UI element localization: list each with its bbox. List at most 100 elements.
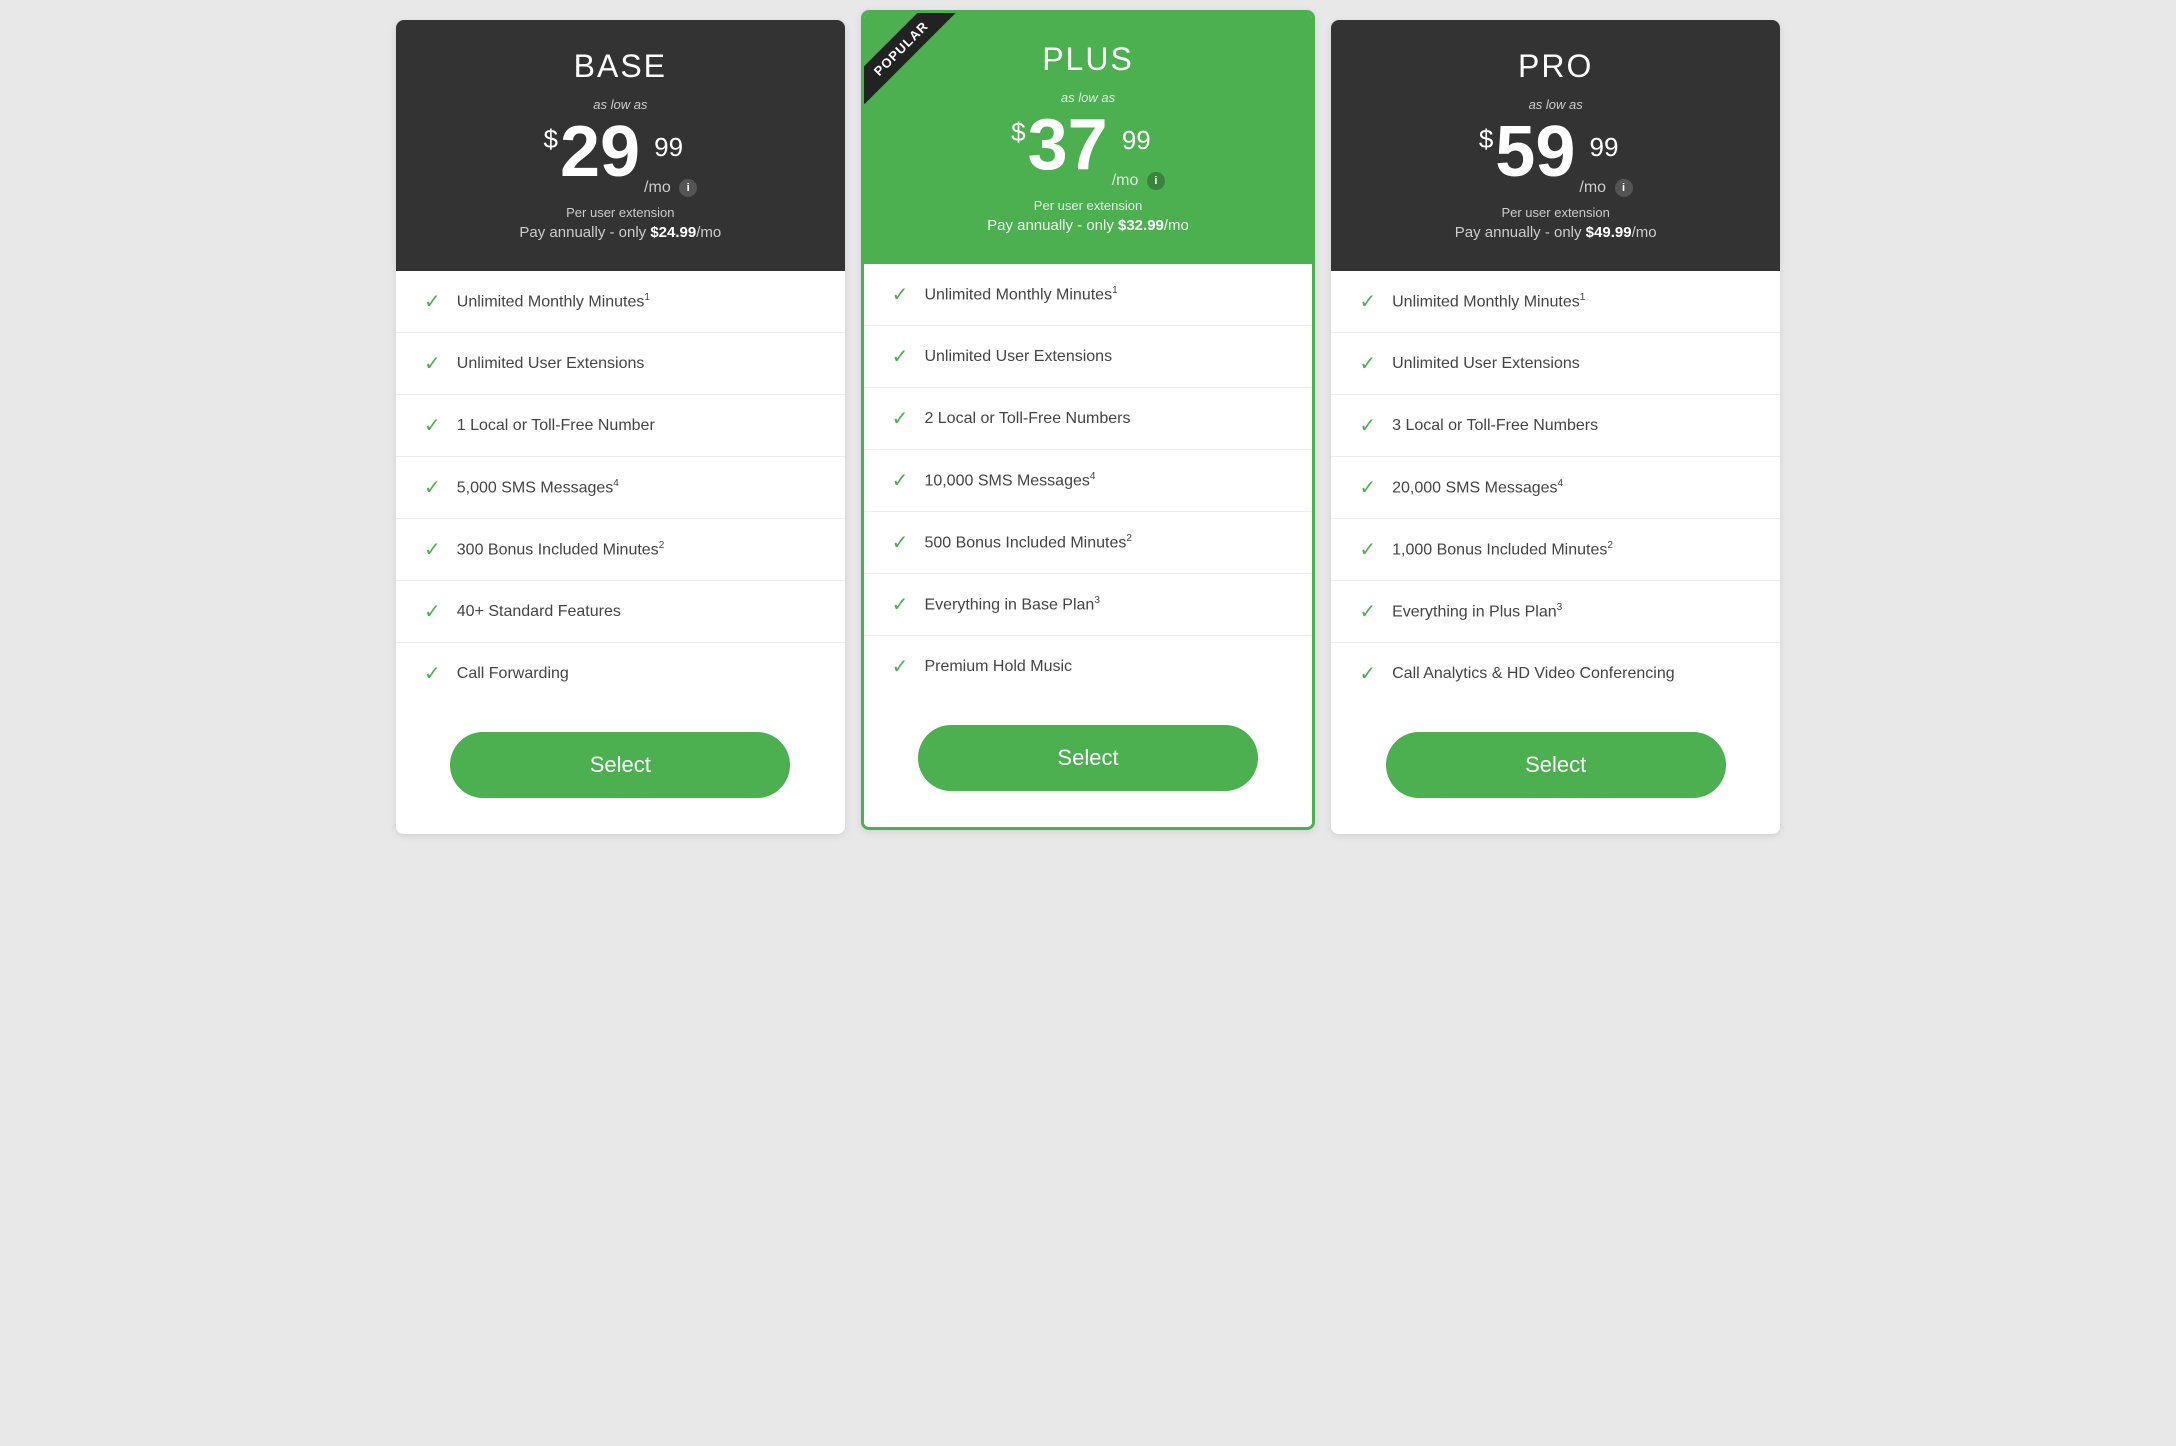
check-icon: ✓ bbox=[424, 661, 441, 686]
select-area-base: Select bbox=[396, 704, 845, 834]
list-item: ✓ 40+ Standard Features bbox=[396, 581, 845, 643]
plan-card-base: BASE as low as $2999/mo i Per user extensio… bbox=[396, 20, 845, 834]
per-user-base: Per user extension bbox=[416, 205, 825, 220]
price-decimal-plus: 99 bbox=[1108, 125, 1165, 156]
check-icon: ✓ bbox=[892, 592, 909, 617]
check-icon: ✓ bbox=[1359, 289, 1376, 314]
select-button-base[interactable]: Select bbox=[450, 732, 790, 798]
list-item: ✓ 10,000 SMS Messages4 bbox=[864, 450, 1313, 512]
check-icon: ✓ bbox=[1359, 475, 1376, 500]
features-list-pro: ✓ Unlimited Monthly Minutes1 ✓ Unlimited Us… bbox=[1331, 271, 1780, 704]
feature-text: 10,000 SMS Messages4 bbox=[924, 471, 1095, 490]
list-item: ✓300 Bonus Included Minutes2 bbox=[396, 519, 845, 581]
list-item: ✓500 Bonus Included Minutes2 bbox=[864, 512, 1313, 574]
check-icon: ✓ bbox=[892, 468, 909, 493]
list-item: ✓ Premium Hold Music bbox=[864, 636, 1313, 697]
check-icon: ✓ bbox=[892, 530, 909, 555]
as-low-as-base: as low as bbox=[416, 97, 825, 112]
list-item: ✓ Everything in Plus Plan3 bbox=[1331, 581, 1780, 643]
per-user-pro: Per user extension bbox=[1351, 205, 1760, 220]
price-row-plus: $3799/mo i bbox=[884, 109, 1293, 190]
feature-text: Unlimited Monthly Minutes1 bbox=[924, 285, 1117, 304]
select-button-pro[interactable]: Select bbox=[1386, 732, 1726, 798]
pay-annually-base: Pay annually - only $24.99/mo bbox=[416, 224, 825, 241]
plan-header-base: BASE as low as $2999/mo i Per user extensio… bbox=[396, 20, 845, 271]
check-icon: ✓ bbox=[424, 351, 441, 376]
feature-text: Premium Hold Music bbox=[924, 658, 1072, 676]
currency-plus: $ bbox=[1011, 117, 1025, 148]
feature-text: Call Forwarding bbox=[457, 665, 569, 683]
feature-text: 40+ Standard Features bbox=[457, 603, 621, 621]
feature-text: Unlimited User Extensions bbox=[457, 355, 645, 373]
list-item: ✓ Everything in Base Plan3 bbox=[864, 574, 1313, 636]
feature-text: Unlimited User Extensions bbox=[1392, 355, 1580, 373]
feature-text: 2 Local or Toll-Free Numbers bbox=[924, 410, 1130, 428]
currency-base: $ bbox=[543, 124, 557, 155]
feature-text: 300 Bonus Included Minutes2 bbox=[457, 540, 664, 559]
check-icon: ✓ bbox=[424, 289, 441, 314]
pay-annually-plus: Pay annually - only $32.99/mo bbox=[884, 217, 1293, 234]
price-main-pro: 59 bbox=[1495, 116, 1575, 188]
list-item: ✓ Unlimited User Extensions bbox=[396, 333, 845, 395]
feature-text: 1 Local or Toll-Free Number bbox=[457, 417, 655, 435]
price-decimal-base: 99 bbox=[640, 132, 697, 163]
currency-pro: $ bbox=[1479, 124, 1493, 155]
per-user-plus: Per user extension bbox=[884, 198, 1293, 213]
plan-header-pro: PROas low as$5999/mo iPer user extension… bbox=[1331, 20, 1780, 271]
feature-text: 3 Local or Toll-Free Numbers bbox=[1392, 417, 1598, 435]
pricing-container: BASEas low as$2999/mo iPer user extensio… bbox=[388, 20, 1788, 834]
plan-name-base: BASE bbox=[416, 48, 825, 85]
list-item: ✓ 3 Local or Toll-Free Numbers bbox=[1331, 395, 1780, 457]
feature-text: 20,000 SMS Messages4 bbox=[1392, 478, 1563, 497]
as-low-as-pro: as low as bbox=[1351, 97, 1760, 112]
info-icon-base[interactable]: i bbox=[679, 179, 697, 197]
list-item: ✓1 Local or Toll-Free Number bbox=[396, 395, 845, 457]
price-row-base: $2999/mo i bbox=[416, 116, 825, 197]
check-icon: ✓ bbox=[1359, 661, 1376, 686]
check-icon: ✓ bbox=[892, 282, 909, 307]
plan-card-plus: POPULARPLUSas low as$3799/mo iPer user e… bbox=[861, 10, 1316, 830]
info-icon-plus[interactable]: i bbox=[1147, 172, 1165, 190]
as-low-as-plus: as low as bbox=[884, 90, 1293, 105]
check-icon: ✓ bbox=[424, 475, 441, 500]
select-area-plus: Select bbox=[864, 697, 1313, 827]
feature-text: 1,000 Bonus Included Minutes2 bbox=[1392, 540, 1613, 559]
feature-text: Everything in Plus Plan3 bbox=[1392, 602, 1562, 621]
price-decimal-pro: 99 bbox=[1575, 132, 1632, 163]
check-icon: ✓ bbox=[424, 599, 441, 624]
list-item: ✓ 1,000 Bonus Included Minutes2 bbox=[1331, 519, 1780, 581]
feature-text: Unlimited Monthly Minutes1 bbox=[1392, 292, 1585, 311]
features-list-plus: ✓Unlimited Monthly Minutes1✓Unlimited Us… bbox=[864, 264, 1313, 697]
check-icon: ✓ bbox=[1359, 537, 1376, 562]
check-icon: ✓ bbox=[1359, 413, 1376, 438]
price-row-pro: $5999/mo i bbox=[1351, 116, 1760, 197]
check-icon: ✓ bbox=[892, 654, 909, 679]
list-item: ✓ 5,000 SMS Messages4 bbox=[396, 457, 845, 519]
per-mo-plus: /mo i bbox=[1112, 172, 1165, 190]
check-icon: ✓ bbox=[1359, 599, 1376, 624]
select-area-pro: Select bbox=[1331, 704, 1780, 834]
list-item: ✓ 2 Local or Toll-Free Numbers bbox=[864, 388, 1313, 450]
check-icon: ✓ bbox=[892, 406, 909, 431]
select-button-plus[interactable]: Select bbox=[918, 725, 1258, 791]
feature-text: Everything in Base Plan3 bbox=[924, 595, 1099, 614]
plan-card-pro: PROas low as$5999/mo iPer user extension… bbox=[1331, 20, 1780, 834]
per-mo-pro: /mo i bbox=[1579, 179, 1632, 197]
feature-text: 5,000 SMS Messages4 bbox=[457, 478, 619, 497]
per-mo-base: /mo i bbox=[644, 179, 697, 197]
list-item: ✓ Unlimited User Extensions bbox=[1331, 333, 1780, 395]
info-icon-pro[interactable]: i bbox=[1615, 179, 1633, 197]
list-item: ✓ Unlimited Monthly Minutes1 bbox=[396, 271, 845, 333]
feature-text: Unlimited Monthly Minutes1 bbox=[457, 292, 650, 311]
check-icon: ✓ bbox=[892, 344, 909, 369]
price-decimal-wrapper-pro: 99/mo i bbox=[1575, 124, 1632, 197]
pay-annually-pro: Pay annually - only $49.99/mo bbox=[1351, 224, 1760, 241]
feature-text: Call Analytics & HD Video Conferencing bbox=[1392, 665, 1675, 683]
list-item: ✓ 20,000 SMS Messages4 bbox=[1331, 457, 1780, 519]
list-item: ✓ Unlimited Monthly Minutes1 bbox=[1331, 271, 1780, 333]
price-main-plus: 37 bbox=[1028, 109, 1108, 181]
check-icon: ✓ bbox=[1359, 351, 1376, 376]
price-main-base: 29 bbox=[560, 116, 640, 188]
plan-name-plus: PLUS bbox=[884, 41, 1293, 78]
price-decimal-wrapper-plus: 99/mo i bbox=[1108, 117, 1165, 190]
